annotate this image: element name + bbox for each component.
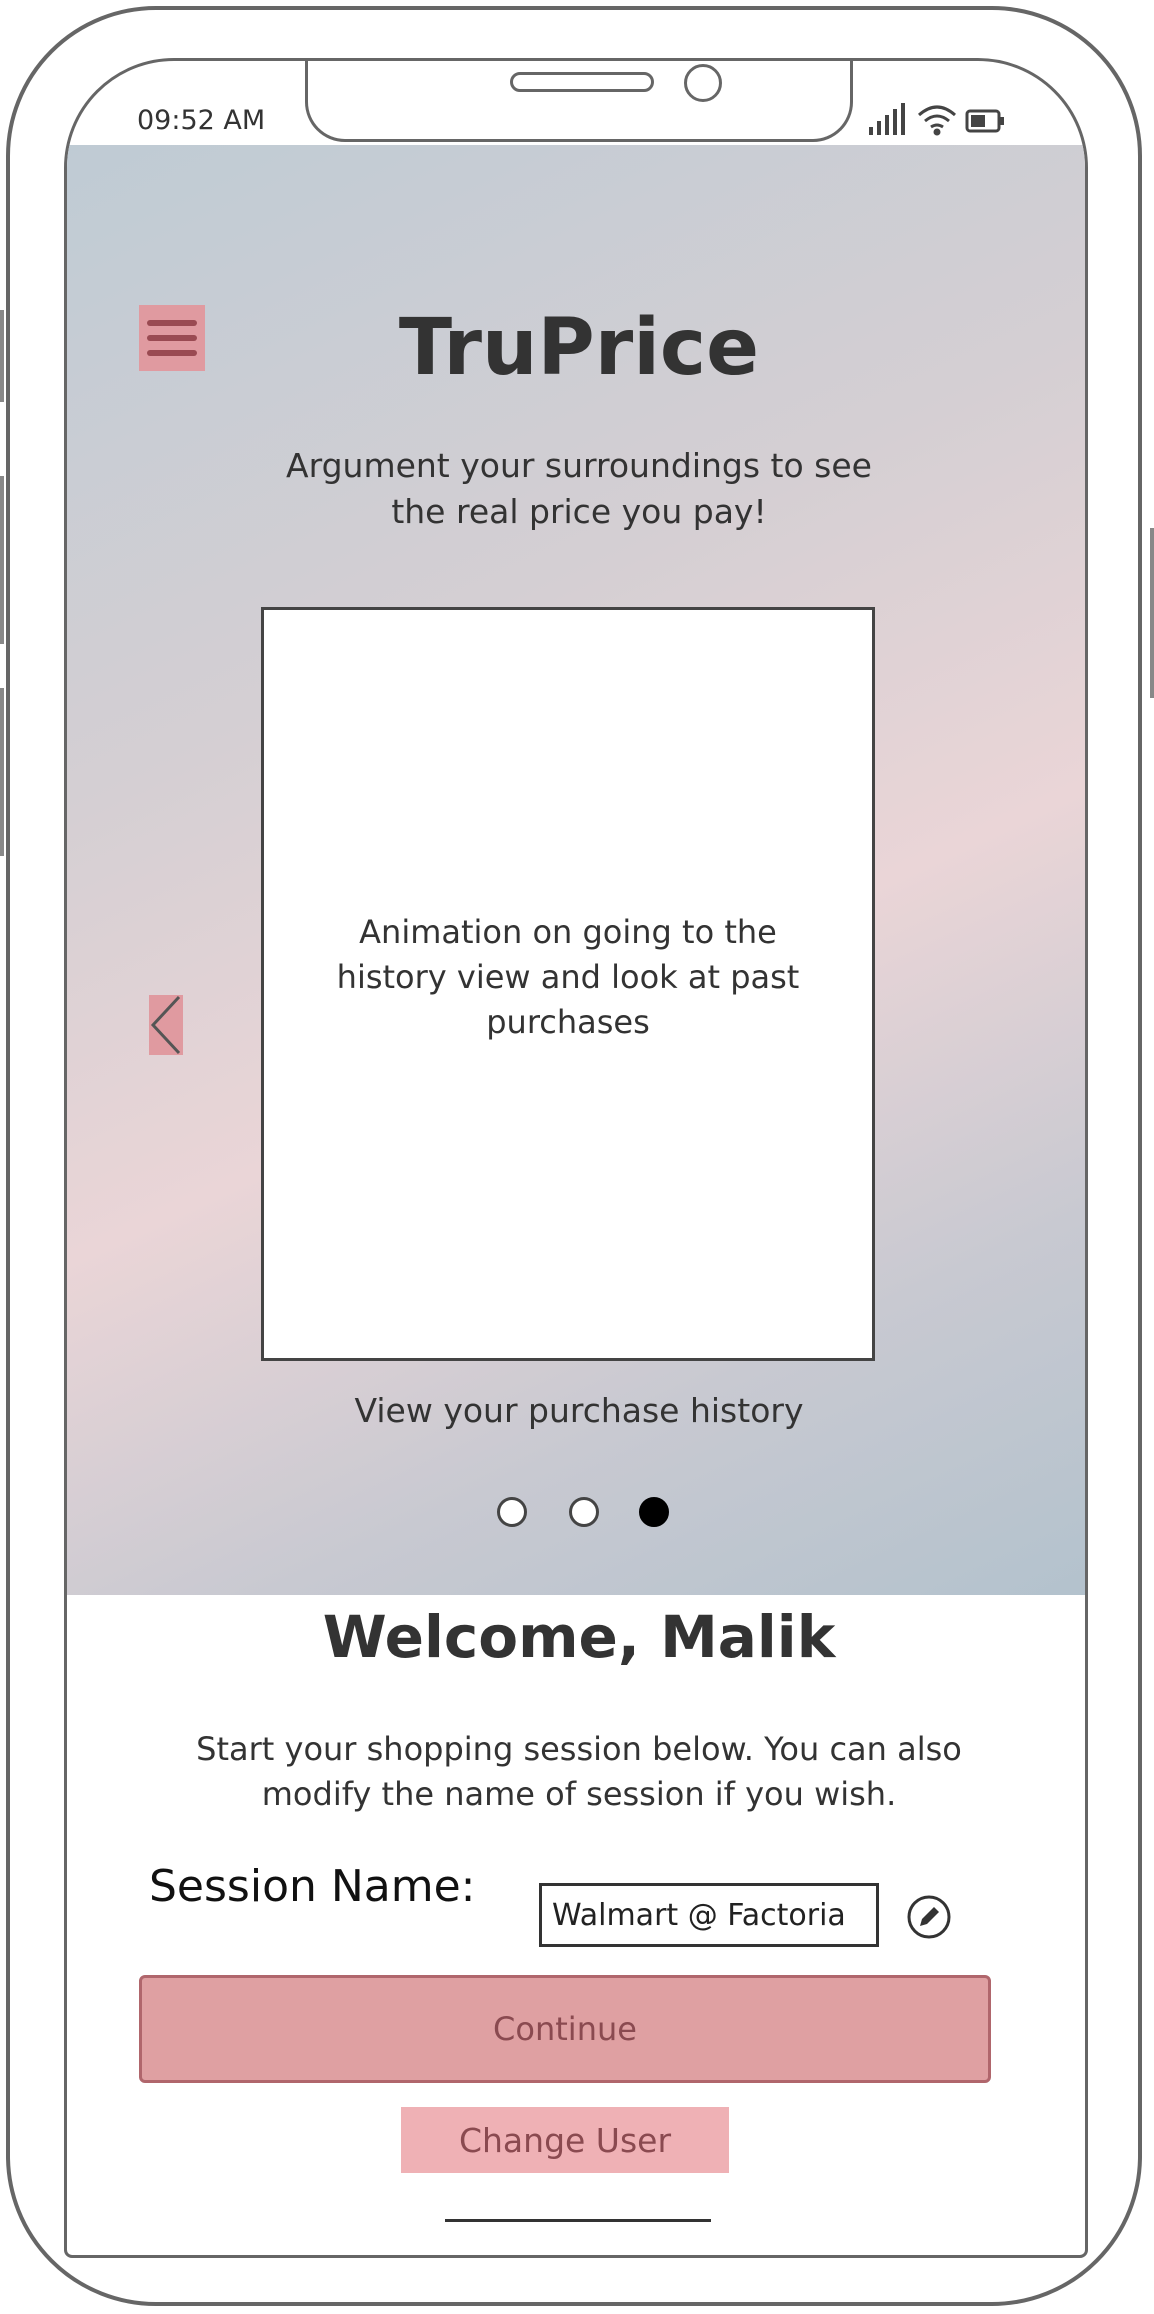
session-name-label: Session Name: bbox=[149, 1861, 476, 1912]
pagination-dot-active[interactable] bbox=[639, 1497, 669, 1527]
slide-placeholder-text: Animation on going to the history view a… bbox=[336, 913, 800, 1041]
change-user-button[interactable]: Change User bbox=[401, 2107, 729, 2173]
session-name-input[interactable] bbox=[539, 1883, 879, 1947]
carousel-slide[interactable]: Animation on going to the history view a… bbox=[261, 607, 875, 1361]
status-icons bbox=[867, 99, 1017, 139]
signal-icon bbox=[869, 103, 905, 135]
carousel-pagination bbox=[477, 1497, 677, 1537]
phone-side-button bbox=[1150, 528, 1154, 698]
app-title: TruPrice bbox=[398, 303, 760, 393]
home-indicator bbox=[445, 2219, 711, 2222]
continue-button[interactable]: Continue bbox=[139, 1975, 991, 2083]
wifi-icon bbox=[918, 105, 956, 136]
welcome-title: Welcome, Malik bbox=[322, 1603, 836, 1671]
pagination-dot[interactable] bbox=[497, 1497, 527, 1527]
onboarding-hero: TruPrice Argument your surroundings to s… bbox=[67, 145, 1085, 1595]
phone-notch bbox=[305, 61, 853, 142]
status-time: 09:52 AM bbox=[137, 105, 266, 136]
phone-side-button bbox=[0, 476, 4, 644]
carousel-prev-button[interactable] bbox=[149, 995, 183, 1055]
phone-mockup: TruPrice Argument your surroundings to s… bbox=[0, 0, 1154, 2314]
welcome-description: Start your shopping session below. You c… bbox=[196, 1730, 962, 1813]
front-camera bbox=[684, 64, 722, 102]
edit-session-button[interactable] bbox=[905, 1893, 953, 1941]
battery-icon bbox=[965, 109, 1004, 133]
phone-side-button bbox=[0, 688, 4, 856]
phone-screen: TruPrice Argument your surroundings to s… bbox=[64, 58, 1088, 2258]
chevron-left-icon bbox=[150, 995, 181, 1055]
app-tagline: Argument your surroundings to see the re… bbox=[286, 446, 872, 531]
pagination-dot[interactable] bbox=[569, 1497, 599, 1527]
speaker-grill bbox=[510, 72, 654, 92]
pencil-icon bbox=[907, 1895, 951, 1939]
phone-side-button bbox=[0, 310, 4, 402]
slide-caption: View your purchase history bbox=[354, 1391, 804, 1430]
